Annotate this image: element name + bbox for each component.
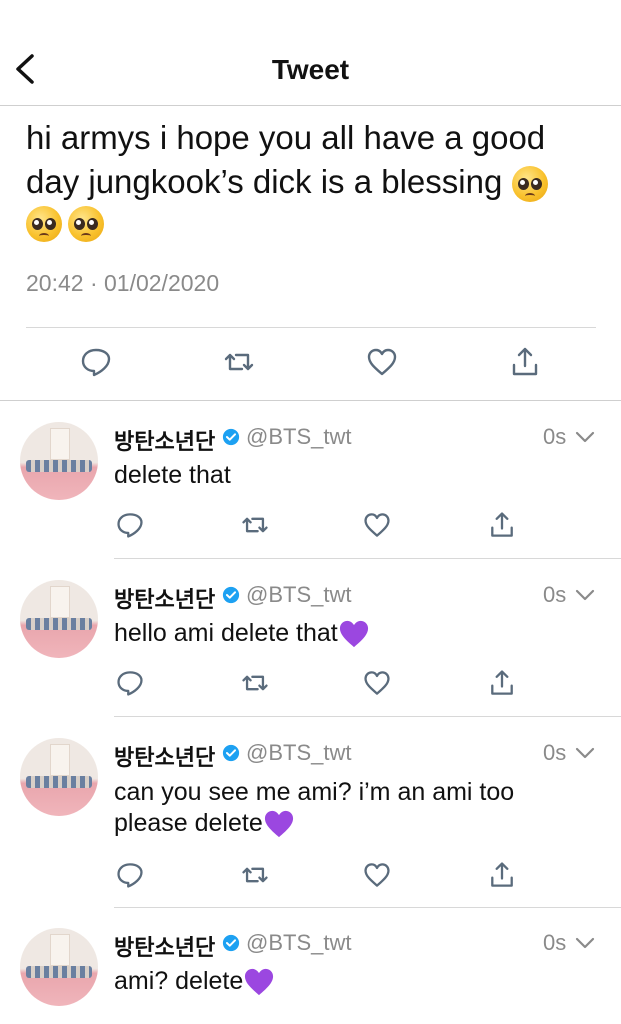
retweet-icon	[242, 517, 268, 533]
reply-icon	[117, 863, 143, 888]
share-icon	[491, 862, 513, 887]
pleading-face-icon	[512, 166, 549, 203]
divider	[26, 327, 596, 328]
share-icon	[512, 347, 538, 376]
reply-time: 0s	[543, 582, 567, 607]
pleading-face-icon	[26, 206, 62, 242]
chevron-down-icon[interactable]	[574, 932, 596, 954]
share-button[interactable]	[508, 345, 542, 379]
retweet-button[interactable]	[240, 668, 270, 698]
reply-author-name[interactable]: 방탄소년단	[114, 424, 215, 456]
reply-author-name[interactable]: 방탄소년단	[114, 582, 215, 614]
chevron-down-icon[interactable]	[574, 742, 596, 764]
page-title: Tweet	[271, 54, 350, 85]
like-icon	[364, 671, 390, 695]
share-button[interactable]	[487, 668, 517, 698]
like-button[interactable]	[365, 345, 399, 379]
avatar[interactable]	[20, 580, 98, 658]
avatar[interactable]	[20, 422, 98, 500]
avatar[interactable]	[20, 738, 98, 816]
emoji-row	[26, 206, 596, 242]
divider	[0, 400, 621, 401]
reply-button[interactable]	[115, 860, 145, 890]
chevron-down-icon[interactable]	[574, 584, 596, 606]
pleading-face-icon	[68, 206, 104, 242]
reply-author-name[interactable]: 방탄소년단	[114, 740, 215, 772]
retweet-button[interactable]	[240, 860, 270, 890]
tweet-body: hi armys i hope you all have a good day …	[26, 116, 596, 242]
share-icon	[491, 670, 513, 695]
reply-icon	[117, 671, 143, 696]
share-icon	[491, 512, 513, 537]
like-button[interactable]	[362, 668, 392, 698]
reply-actions	[0, 668, 621, 708]
like-icon	[367, 348, 397, 376]
purple-heart-icon	[339, 621, 368, 648]
retweet-icon	[242, 675, 268, 691]
reply-text: hello ami delete that	[114, 618, 594, 649]
header: Tweet	[0, 0, 621, 106]
tweet-timestamp: 20:42 · 01/02/2020	[26, 270, 220, 296]
verified-icon	[222, 934, 240, 952]
reply-handle[interactable]: @BTS_twt	[246, 424, 351, 450]
like-button[interactable]	[362, 510, 392, 540]
divider	[114, 907, 621, 908]
reply-text: delete that	[114, 461, 231, 489]
reply-text: can you see me ami? i’m an ami too pleas…	[114, 777, 594, 839]
purple-heart-icon	[245, 969, 274, 996]
reply-icon	[81, 348, 111, 377]
share-button[interactable]	[487, 860, 517, 890]
reply-button[interactable]	[115, 510, 145, 540]
divider	[114, 558, 621, 559]
like-button[interactable]	[362, 860, 392, 890]
reply-button[interactable]	[115, 668, 145, 698]
reply-time: 0s	[543, 740, 567, 765]
chevron-down-icon[interactable]	[574, 426, 596, 448]
avatar[interactable]	[20, 928, 98, 1006]
retweet-button[interactable]	[240, 510, 270, 540]
share-button[interactable]	[487, 510, 517, 540]
verified-icon	[222, 744, 240, 762]
reply-handle[interactable]: @BTS_twt	[246, 740, 351, 766]
tweet-actions	[0, 345, 621, 385]
retweet-icon	[224, 353, 254, 371]
reply-time: 0s	[543, 424, 567, 449]
reply-handle[interactable]: @BTS_twt	[246, 582, 351, 608]
divider	[0, 105, 621, 106]
like-icon	[364, 513, 390, 537]
retweet-icon	[242, 867, 268, 883]
reply-time: 0s	[543, 930, 567, 955]
verified-icon	[222, 428, 240, 446]
reply-text: ami? delete	[114, 966, 594, 997]
reply-actions	[0, 860, 621, 900]
reply-actions	[0, 510, 621, 550]
purple-heart-icon	[264, 811, 293, 838]
like-icon	[364, 863, 390, 887]
reply-author-name[interactable]: 방탄소년단	[114, 930, 215, 962]
retweet-button[interactable]	[222, 345, 256, 379]
verified-icon	[222, 586, 240, 604]
tweet-text: hi armys i hope you all have a good day …	[26, 119, 546, 200]
reply-icon	[117, 513, 143, 538]
reply-handle[interactable]: @BTS_twt	[246, 930, 351, 956]
divider	[114, 716, 621, 717]
reply-button[interactable]	[79, 345, 113, 379]
